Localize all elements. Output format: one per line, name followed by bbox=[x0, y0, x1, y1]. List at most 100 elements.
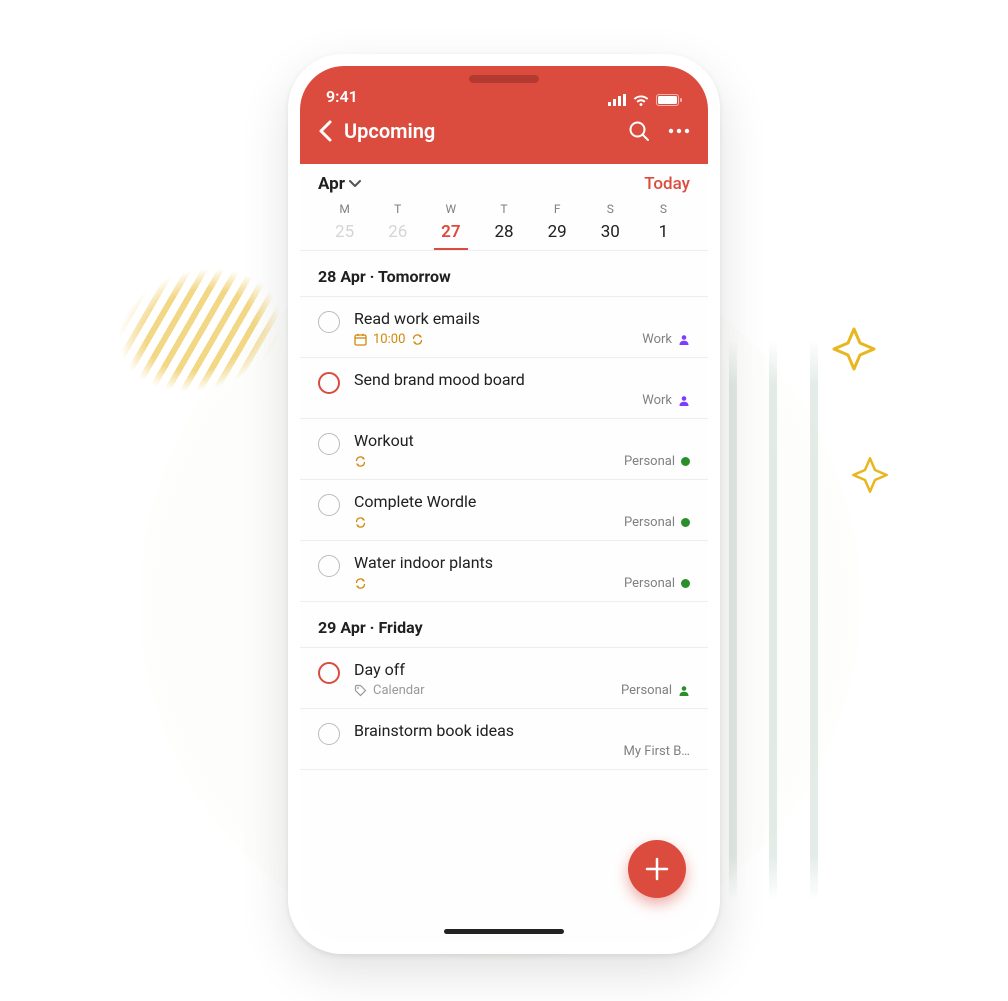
today-button[interactable]: Today bbox=[644, 174, 690, 194]
task-meta-left bbox=[354, 577, 367, 590]
task-row[interactable]: Read work emails 10:00 Work bbox=[300, 297, 708, 358]
task-row[interactable]: Complete Wordle Personal bbox=[300, 480, 708, 541]
project-name: Work bbox=[642, 332, 672, 347]
task-checkbox[interactable] bbox=[318, 555, 340, 577]
phone-screen: 9:41 Upcoming bbox=[300, 66, 708, 942]
chevron-down-icon bbox=[349, 180, 361, 188]
task-meta: Calendar Personal bbox=[354, 683, 690, 698]
task-project: Personal bbox=[624, 576, 690, 591]
task-project: Personal bbox=[624, 454, 690, 469]
task-row[interactable]: Day off Calendar Personal bbox=[300, 648, 708, 709]
task-row[interactable]: Brainstorm book ideas My First B… bbox=[300, 709, 708, 770]
task-checkbox[interactable] bbox=[318, 723, 340, 745]
chevron-left-icon bbox=[318, 120, 332, 142]
task-row[interactable]: Workout Personal bbox=[300, 419, 708, 480]
project-dot-icon bbox=[681, 579, 690, 588]
decor-sparkle-icon bbox=[850, 455, 890, 495]
task-project: Work bbox=[642, 332, 690, 347]
nav-bar: Upcoming bbox=[318, 108, 690, 154]
task-meta: Personal bbox=[354, 515, 690, 530]
day-of-week: S bbox=[584, 202, 637, 216]
task-title: Complete Wordle bbox=[354, 492, 690, 511]
section-heading: 29 Apr · Friday bbox=[300, 602, 708, 648]
task-meta-left bbox=[354, 516, 367, 529]
task-project: Personal bbox=[624, 515, 690, 530]
day-of-week: W bbox=[424, 202, 477, 216]
task-meta-left: 10:00 bbox=[354, 332, 424, 347]
task-checkbox[interactable] bbox=[318, 494, 340, 516]
task-title: Send brand mood board bbox=[354, 370, 690, 389]
project-person-icon bbox=[678, 334, 690, 346]
day-number: 25 bbox=[318, 222, 371, 242]
battery-icon bbox=[656, 94, 682, 106]
phone-notch bbox=[420, 66, 588, 92]
day-column[interactable]: T 26 bbox=[371, 202, 424, 250]
project-name: My First B… bbox=[624, 744, 690, 759]
day-column[interactable]: F29 bbox=[531, 202, 584, 250]
task-title: Workout bbox=[354, 431, 690, 450]
day-column[interactable]: M25 bbox=[318, 202, 371, 250]
task-row[interactable]: Send brand mood board Work bbox=[300, 358, 708, 419]
project-name: Personal bbox=[624, 515, 675, 530]
task-title: Read work emails bbox=[354, 309, 690, 328]
task-body: Workout Personal bbox=[354, 431, 690, 469]
day-of-week: F bbox=[531, 202, 584, 216]
search-icon bbox=[628, 120, 650, 142]
day-column[interactable]: T28 bbox=[477, 202, 530, 250]
project-name: Personal bbox=[621, 683, 672, 698]
project-person-icon bbox=[678, 685, 690, 697]
task-checkbox[interactable] bbox=[318, 311, 340, 333]
task-title: Day off bbox=[354, 660, 690, 679]
task-body: Brainstorm book ideas My First B… bbox=[354, 721, 690, 759]
back-button[interactable] bbox=[318, 120, 332, 142]
task-meta-left: Calendar bbox=[354, 683, 425, 698]
person-icon bbox=[678, 334, 690, 346]
day-of-week: S bbox=[637, 202, 690, 216]
project-dot-icon bbox=[681, 457, 690, 466]
task-body: Day off Calendar Personal bbox=[354, 660, 690, 698]
day-column[interactable]: S 30 bbox=[584, 202, 637, 250]
task-body: Water indoor plants Personal bbox=[354, 553, 690, 591]
add-task-fab[interactable] bbox=[628, 840, 686, 898]
person-icon bbox=[678, 685, 690, 697]
more-button[interactable] bbox=[668, 128, 690, 134]
day-number: 26 bbox=[371, 222, 424, 242]
task-label: Calendar bbox=[373, 683, 425, 698]
person-icon bbox=[678, 395, 690, 407]
task-checkbox[interactable] bbox=[318, 433, 340, 455]
task-meta: Personal bbox=[354, 576, 690, 591]
task-list[interactable]: 28 Apr · Tomorrow Read work emails 10:00 Wo… bbox=[300, 251, 708, 942]
task-project: My First B… bbox=[624, 744, 690, 759]
day-column[interactable]: W 27 bbox=[424, 202, 477, 250]
task-checkbox[interactable] bbox=[318, 662, 340, 684]
day-of-week: T bbox=[477, 202, 530, 216]
signal-icon bbox=[608, 94, 626, 106]
tag-icon bbox=[354, 684, 367, 697]
project-name: Work bbox=[642, 393, 672, 408]
task-title: Brainstorm book ideas bbox=[354, 721, 690, 740]
day-column[interactable]: S1 bbox=[637, 202, 690, 250]
days-row: M25T26W27T28F29S30S1 bbox=[318, 202, 690, 250]
project-dot-icon bbox=[681, 518, 690, 527]
recurring-icon bbox=[411, 333, 424, 346]
day-number: 1 bbox=[637, 222, 690, 242]
day-of-week: T bbox=[371, 202, 424, 216]
status-indicators bbox=[608, 94, 682, 106]
plus-icon bbox=[644, 856, 670, 882]
task-body: Read work emails 10:00 Work bbox=[354, 309, 690, 347]
task-title: Water indoor plants bbox=[354, 553, 690, 572]
month-selector[interactable]: Apr bbox=[318, 174, 361, 194]
project-person-icon bbox=[678, 395, 690, 407]
task-meta: 10:00 Work bbox=[354, 332, 690, 347]
project-name: Personal bbox=[624, 576, 675, 591]
day-number: 27 bbox=[424, 222, 477, 242]
task-meta: Personal bbox=[354, 454, 690, 469]
task-checkbox[interactable] bbox=[318, 372, 340, 394]
task-row[interactable]: Water indoor plants Personal bbox=[300, 541, 708, 602]
phone-frame: 9:41 Upcoming bbox=[288, 54, 720, 954]
day-number: 30 bbox=[584, 222, 637, 242]
recurring-icon bbox=[354, 516, 367, 529]
search-button[interactable] bbox=[628, 120, 650, 142]
section-heading: 28 Apr · Tomorrow bbox=[300, 251, 708, 297]
task-meta: Work bbox=[354, 393, 690, 408]
